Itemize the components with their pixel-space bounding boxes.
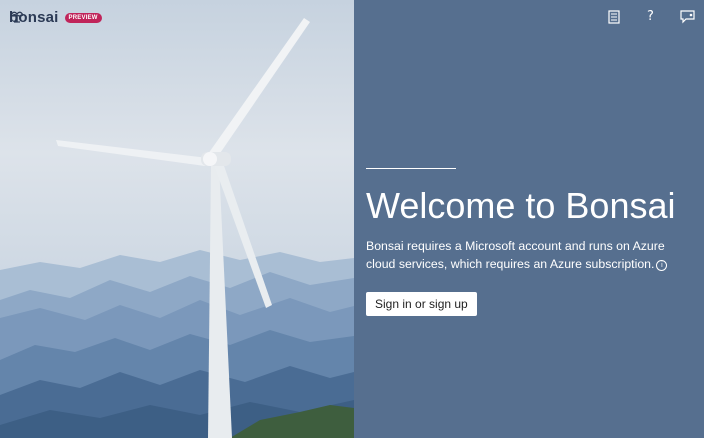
info-icon[interactable]: i [656, 260, 668, 271]
title-divider [366, 168, 456, 169]
notes-icon[interactable] [605, 8, 622, 25]
header-toolbar: ? [605, 8, 696, 25]
sign-in-button[interactable]: Sign in or sign up [366, 292, 477, 316]
welcome-panel: ? Welcome to Bonsai Bonsai requires a Mi… [354, 0, 704, 438]
page-description: Bonsai requires a Microsoft account and … [366, 237, 696, 273]
hero-image: bonsai PREVIEW [0, 0, 354, 438]
help-icon[interactable]: ? [642, 8, 659, 25]
wind-turbine-landscape [0, 18, 354, 438]
bonsai-tree-icon [10, 11, 24, 23]
description-text: Bonsai requires a Microsoft account and … [366, 239, 665, 271]
preview-badge: PREVIEW [64, 12, 102, 23]
page-title: Welcome to Bonsai [366, 185, 676, 226]
feedback-icon[interactable] [679, 8, 696, 25]
bonsai-logo[interactable]: bonsai PREVIEW [9, 9, 102, 26]
